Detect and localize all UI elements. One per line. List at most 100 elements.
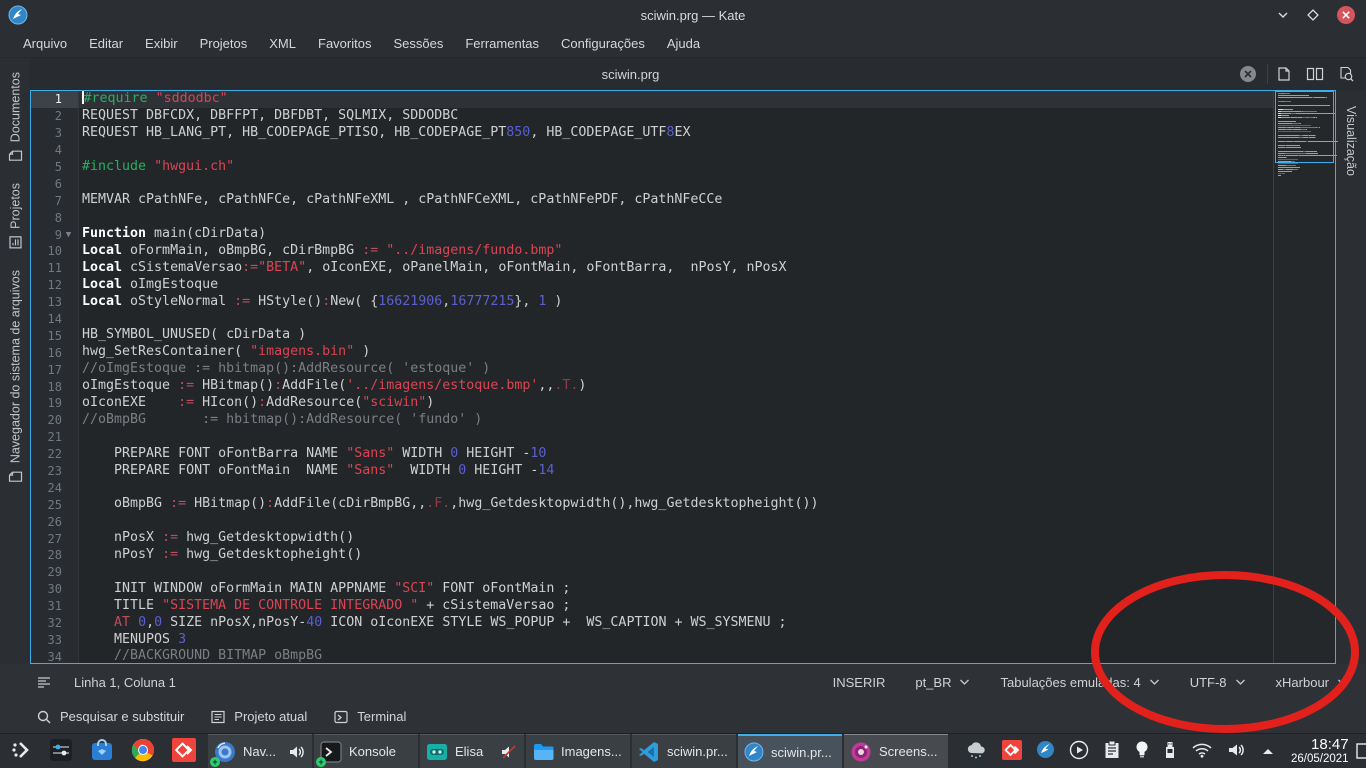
code-line[interactable]: #require "sddodbc" [79, 91, 1273, 108]
minimap-viewport[interactable] [1275, 91, 1334, 163]
task-sciwin-pr-[interactable]: sciwin.pr... [632, 734, 736, 768]
line-number[interactable]: 1 [31, 91, 78, 108]
code-line[interactable]: nPosX := hwg_Getdesktopwidth() [79, 530, 1273, 547]
line-number[interactable]: 12 [31, 277, 78, 294]
tray-volume-icon[interactable] [1227, 742, 1247, 761]
code-line[interactable]: oBmpBG := HBitmap():AddFile(cDirBmpBG,,.… [79, 496, 1273, 513]
document-preview-icon[interactable] [1338, 66, 1354, 82]
code-line[interactable] [79, 513, 1273, 530]
launcher-panel-settings-icon[interactable] [49, 738, 73, 765]
line-number[interactable]: 6 [31, 175, 78, 192]
launcher-kde-launcher-icon[interactable] [10, 739, 32, 764]
code-line[interactable] [79, 209, 1273, 226]
line-number[interactable]: 27 [31, 530, 78, 547]
sidebar-tab-navegador[interactable]: Navegador do sistema de arquivos [8, 260, 23, 494]
status-tabula-es-emuladas-4[interactable]: Tabulações emuladas: 4 [1000, 675, 1159, 690]
line-number[interactable]: 3 [31, 125, 78, 142]
code-line[interactable]: REQUEST HB_LANG_PT, HB_CODEPAGE_PTISO, H… [79, 125, 1273, 142]
task-konsole[interactable]: +Konsole [314, 734, 418, 768]
code-line[interactable] [79, 564, 1273, 581]
menu-projetos[interactable]: Projetos [191, 32, 257, 55]
code-line[interactable] [79, 142, 1273, 159]
code-area[interactable]: #require "sddodbc"REQUEST DBFCDX, DBFFPT… [79, 91, 1273, 663]
tray-clipboard-icon[interactable] [1103, 740, 1121, 763]
menu-configurações[interactable]: Configurações [552, 32, 654, 55]
code-line[interactable]: HB_SYMBOL_UNUSED( cDirData ) [79, 327, 1273, 344]
tray-expand-tray-icon[interactable] [1261, 744, 1275, 759]
line-info-icon[interactable] [36, 675, 52, 689]
tray-lamp-icon[interactable] [1135, 740, 1149, 763]
clock[interactable]: 18:47 26/05/2021 [1285, 737, 1355, 765]
line-number[interactable]: 23 [31, 463, 78, 480]
minimap-scrollbar[interactable] [1273, 91, 1335, 663]
line-number[interactable]: 28 [31, 547, 78, 564]
launcher-chrome-icon[interactable] [131, 738, 155, 765]
line-number[interactable]: 8 [31, 209, 78, 226]
line-number[interactable]: 7 [31, 192, 78, 209]
speaker-icon[interactable] [288, 744, 306, 760]
line-number[interactable]: 30 [31, 581, 78, 598]
code-line[interactable]: #include "hwgui.ch" [79, 159, 1273, 176]
code-line[interactable] [79, 311, 1273, 328]
cursor-position[interactable]: Linha 1, Coluna 1 [74, 675, 176, 690]
tray-weather-icon[interactable] [964, 740, 988, 763]
toolview-projeto-atual[interactable]: Projeto atual [210, 709, 307, 725]
sidebar-tab-visualizacao[interactable]: Visualização [1344, 94, 1358, 188]
code-line[interactable]: //oImgEstoque := hbitmap():AddResource( … [79, 361, 1273, 378]
close-button[interactable] [1336, 5, 1356, 25]
line-number[interactable]: 10 [31, 243, 78, 260]
line-number[interactable]: 16 [31, 344, 78, 361]
line-number[interactable]: 20 [31, 412, 78, 429]
line-number-gutter[interactable]: 123456789▼101112131415161718192021222324… [31, 91, 79, 663]
show-desktop-button[interactable] [1355, 734, 1366, 768]
line-number[interactable]: 19 [31, 395, 78, 412]
code-line[interactable]: REQUEST DBFCDX, DBFFPT, DBFDBT, SQLMIX, … [79, 108, 1273, 125]
code-line[interactable]: TITLE "SISTEMA DE CONTROLE INTEGRADO " +… [79, 598, 1273, 615]
menu-ferramentas[interactable]: Ferramentas [456, 32, 548, 55]
line-number[interactable]: 11 [31, 260, 78, 277]
status-xharbour[interactable]: xHarbour [1276, 675, 1348, 690]
tray-media-player-icon[interactable] [1069, 740, 1089, 763]
code-line[interactable]: //BACKGROUND BITMAP oBmpBG [79, 648, 1273, 663]
line-number[interactable]: 31 [31, 598, 78, 615]
code-line[interactable]: INIT WINDOW oFormMain MAIN APPNAME "SCI"… [79, 581, 1273, 598]
task-sciwin-pr-[interactable]: sciwin.pr... [738, 734, 842, 768]
sidebar-tab-documentos[interactable]: Documentos [8, 62, 23, 173]
code-line[interactable]: Function main(cDirData) [79, 226, 1273, 243]
tray-kate-tray-icon[interactable] [1036, 740, 1055, 762]
menu-arquivo[interactable]: Arquivo [14, 32, 76, 55]
code-line[interactable]: PREPARE FONT oFontMain NAME "Sans" WIDTH… [79, 463, 1273, 480]
code-line[interactable]: Local oFormMain, oBmpBG, cDirBmpBG := ".… [79, 243, 1273, 260]
line-number[interactable]: 17 [31, 361, 78, 378]
code-line[interactable]: Local oImgEstoque [79, 277, 1273, 294]
task-elisa[interactable]: Elisa [420, 734, 524, 768]
split-view-icon[interactable] [1306, 67, 1324, 81]
task-screens-[interactable]: Screens... [844, 734, 948, 768]
code-line[interactable] [79, 175, 1273, 192]
code-line[interactable]: oIconEXE := HIcon():AddResource("sciwin"… [79, 395, 1273, 412]
tab-close-icon[interactable] [1239, 65, 1257, 83]
speaker-muted-icon[interactable] [500, 744, 518, 760]
code-line[interactable] [79, 429, 1273, 446]
titlebar[interactable]: sciwin.prg — Kate [0, 0, 1366, 30]
line-number[interactable]: 21 [31, 429, 78, 446]
menu-sessões[interactable]: Sessões [384, 32, 452, 55]
toolview-pesquisar-e-substituir[interactable]: Pesquisar e substituir [36, 709, 184, 725]
code-line[interactable]: oImgEstoque := HBitmap():AddFile('../ima… [79, 378, 1273, 395]
code-line[interactable] [79, 479, 1273, 496]
menu-favoritos[interactable]: Favoritos [309, 32, 380, 55]
code-line[interactable]: MEMVAR cPathNFe, cPathNFCe, cPathNFeXML … [79, 192, 1273, 209]
line-number[interactable]: 14 [31, 311, 78, 328]
code-line[interactable]: //oBmpBG := hbitmap():AddResource( 'fund… [79, 412, 1273, 429]
minimize-button[interactable] [1276, 8, 1290, 22]
line-number[interactable]: 24 [31, 479, 78, 496]
line-number[interactable]: 34 [31, 648, 78, 665]
menu-xml[interactable]: XML [260, 32, 305, 55]
line-number[interactable]: 5 [31, 159, 78, 176]
status-utf-8[interactable]: UTF-8 [1190, 675, 1246, 690]
code-line[interactable]: hwg_SetResContainer( "imagens.bin" ) [79, 344, 1273, 361]
line-number[interactable]: 9▼ [31, 226, 78, 243]
line-number[interactable]: 15 [31, 327, 78, 344]
line-number[interactable]: 25 [31, 496, 78, 513]
status-inserir[interactable]: INSERIR [833, 675, 886, 690]
